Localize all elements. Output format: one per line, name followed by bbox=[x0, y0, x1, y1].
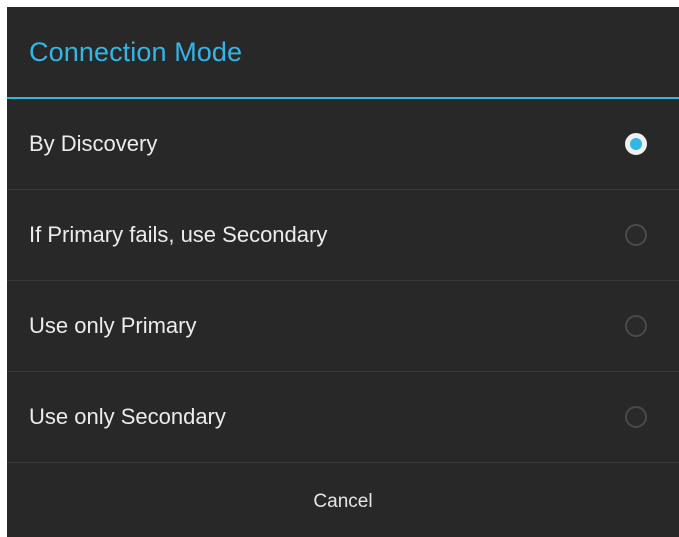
dialog-title-bar: Connection Mode bbox=[7, 7, 679, 99]
option-label: Use only Primary bbox=[29, 313, 197, 338]
option-primary-fails-use-secondary[interactable]: If Primary fails, use Secondary bbox=[7, 190, 679, 281]
option-use-only-secondary[interactable]: Use only Secondary bbox=[7, 372, 679, 463]
option-use-only-primary[interactable]: Use only Primary bbox=[7, 281, 679, 372]
option-by-discovery[interactable]: By Discovery bbox=[7, 99, 679, 190]
cancel-button[interactable]: Cancel bbox=[283, 481, 402, 523]
connection-mode-dialog: Connection Mode By Discovery If Primary … bbox=[7, 7, 679, 537]
radio-button-checked-icon[interactable] bbox=[625, 133, 647, 155]
dialog-title: Connection Mode bbox=[29, 36, 243, 67]
option-label: Use only Secondary bbox=[29, 404, 226, 429]
connection-mode-options: By Discovery If Primary fails, use Secon… bbox=[7, 99, 679, 463]
radio-dot bbox=[630, 138, 642, 150]
radio-button-unchecked-icon[interactable] bbox=[625, 406, 647, 428]
radio-button-unchecked-icon[interactable] bbox=[625, 315, 647, 337]
dialog-button-bar: Cancel bbox=[7, 466, 679, 537]
radio-button-unchecked-icon[interactable] bbox=[625, 224, 647, 246]
option-label: If Primary fails, use Secondary bbox=[29, 222, 328, 247]
option-label: By Discovery bbox=[29, 131, 158, 156]
